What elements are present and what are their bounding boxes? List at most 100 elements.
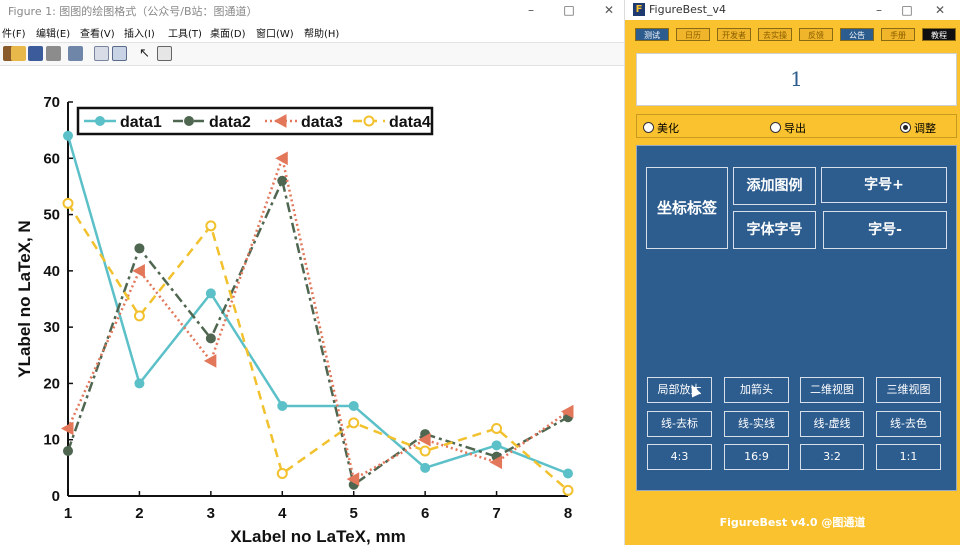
radio-adjust[interactable]: 调整: [900, 120, 936, 136]
menu-window[interactable]: 窗口(W): [256, 25, 294, 40]
data-point-data4: [276, 467, 288, 479]
view-3d-button[interactable]: 三维视图: [876, 377, 941, 403]
figure-window-title: Figure 1: 图图的绘图格式（公众号/B站：图通道）: [8, 5, 258, 18]
data-point-data1: [420, 462, 431, 473]
view-2d-button[interactable]: 二维视图: [800, 377, 864, 403]
series-line-data1: [66, 135, 569, 475]
data-point-data4: [491, 422, 503, 434]
top-button-developer[interactable]: 开发者: [717, 28, 751, 41]
x-tick-label: 7: [492, 505, 500, 522]
figurebest-footer: FigureBest v4.0 @图通道: [719, 516, 866, 529]
fb-maximize-icon[interactable]: □: [896, 1, 918, 19]
menu-edit[interactable]: 编辑(E): [36, 25, 70, 40]
data-point-data2: [63, 445, 73, 456]
top-button-tutorial[interactable]: 教程: [922, 28, 956, 41]
axis-label-button[interactable]: 坐标标签: [646, 167, 728, 249]
zoom-in-local-button[interactable]: 局部放大: [647, 377, 712, 403]
y-tick-label: 70: [43, 94, 60, 111]
data-point-data4: [348, 417, 360, 429]
line-remove-marker-button[interactable]: 线-去标: [647, 411, 712, 437]
radio-dot-selected-icon: [900, 122, 911, 133]
radio-export[interactable]: 导出: [770, 120, 806, 136]
ratio-1-1-button[interactable]: 1:1: [876, 444, 941, 470]
series-line-data2: [66, 176, 569, 487]
data-point-data3: [132, 264, 145, 278]
top-button-notice[interactable]: 公告: [840, 28, 874, 41]
y-axis-label: YLabel no LaTeX, N: [15, 220, 34, 377]
legend-marker-data1: [95, 116, 105, 126]
data-point-data4: [133, 310, 145, 322]
radio-beautify[interactable]: 美化: [643, 120, 679, 136]
figurebest-window-title: FigureBest_v4: [649, 3, 726, 16]
line-dashed-button[interactable]: 线-虚线: [800, 411, 864, 437]
data-point-data1: [563, 468, 573, 479]
fb-close-icon[interactable]: ✕: [929, 1, 951, 19]
pointer-icon[interactable]: ↖: [139, 46, 154, 61]
x-tick-label: 3: [207, 505, 215, 522]
top-button-practice[interactable]: 去实操: [758, 28, 792, 41]
mode-radio-group: 美化 导出 调整: [636, 114, 957, 138]
menu-tools[interactable]: 工具(T): [168, 25, 202, 40]
menu-desktop[interactable]: 桌面(D): [210, 25, 246, 40]
top-button-manual[interactable]: 手册: [881, 28, 915, 41]
figure-toolbar: ↖: [0, 42, 624, 66]
legend-label-data2: data2: [209, 114, 251, 131]
save-icon[interactable]: [28, 46, 43, 61]
x-tick-label: 8: [564, 505, 572, 522]
minimize-icon[interactable]: –: [520, 1, 542, 19]
data-point-data4: [419, 445, 431, 457]
top-button-test[interactable]: 测试: [635, 28, 669, 41]
print-icon[interactable]: [46, 46, 61, 61]
maximize-icon[interactable]: □: [558, 1, 580, 19]
ratio-4-3-button[interactable]: 4:3: [647, 444, 712, 470]
link-plot-icon[interactable]: [68, 46, 83, 61]
property-editor-icon[interactable]: [157, 46, 172, 61]
x-axis-label: XLabel no LaTeX, mm: [230, 527, 405, 545]
legend-icon[interactable]: [112, 46, 127, 61]
fb-minimize-icon[interactable]: –: [868, 1, 890, 19]
colorbar-icon[interactable]: [94, 46, 109, 61]
data-point-data1: [134, 378, 145, 389]
data-point-data2: [205, 333, 216, 344]
data-point-data1: [63, 130, 73, 141]
menu-file[interactable]: 件(F): [2, 25, 26, 40]
menu-help[interactable]: 帮助(H): [304, 25, 339, 40]
open-folder-icon[interactable]: [11, 46, 26, 61]
top-button-feedback[interactable]: 反馈: [799, 28, 833, 41]
figure-menu-bar: 件(F) 编辑(E) 查看(V) 插入(I) 工具(T) 桌面(D) 窗口(W)…: [0, 22, 624, 40]
line-remove-color-button[interactable]: 线-去色: [876, 411, 941, 437]
figurebest-title-bar: F FigureBest_v4 – □ ✕: [625, 0, 960, 20]
font-size-up-button[interactable]: 字号+: [821, 167, 947, 203]
close-icon[interactable]: ✕: [598, 1, 620, 19]
y-tick-label: 20: [43, 375, 60, 392]
add-arrow-button[interactable]: 加箭头: [724, 377, 789, 403]
data-point-data2: [134, 243, 145, 254]
data-point-data2: [277, 175, 288, 186]
radio-dot-icon: [643, 122, 654, 133]
menu-view[interactable]: 查看(V): [80, 25, 115, 40]
line-solid-button[interactable]: 线-实线: [724, 411, 789, 437]
data-point-data1: [348, 400, 359, 411]
add-legend-button[interactable]: 添加图例: [733, 167, 816, 205]
legend-marker-data4: [363, 115, 375, 127]
y-tick-label: 50: [43, 207, 60, 224]
legend-marker-data2: [184, 116, 194, 126]
data-point-data4: [62, 197, 74, 209]
data-point-data1: [491, 440, 502, 451]
y-tick-label: 60: [43, 150, 60, 167]
ratio-16-9-button[interactable]: 16:9: [724, 444, 789, 470]
font-size-down-button[interactable]: 字号-: [823, 211, 947, 249]
legend-label-data1: data1: [120, 114, 162, 131]
x-tick-label: 6: [421, 505, 429, 522]
font-family-button[interactable]: 字体字号: [733, 211, 816, 249]
y-tick-label: 40: [43, 263, 60, 280]
radio-dot-icon: [770, 122, 781, 133]
figurebest-logo-icon: F: [633, 3, 645, 16]
x-tick-label: 5: [350, 505, 358, 522]
data-point-data1: [277, 400, 288, 411]
top-button-calendar[interactable]: 日历: [676, 28, 710, 41]
ratio-3-2-button[interactable]: 3:2: [800, 444, 864, 470]
menu-insert[interactable]: 插入(I): [124, 25, 155, 40]
data-point-data3: [275, 151, 288, 166]
figure-window: Figure 1: 图图的绘图格式（公众号/B站：图通道） – □ ✕ 件(F)…: [0, 0, 624, 545]
